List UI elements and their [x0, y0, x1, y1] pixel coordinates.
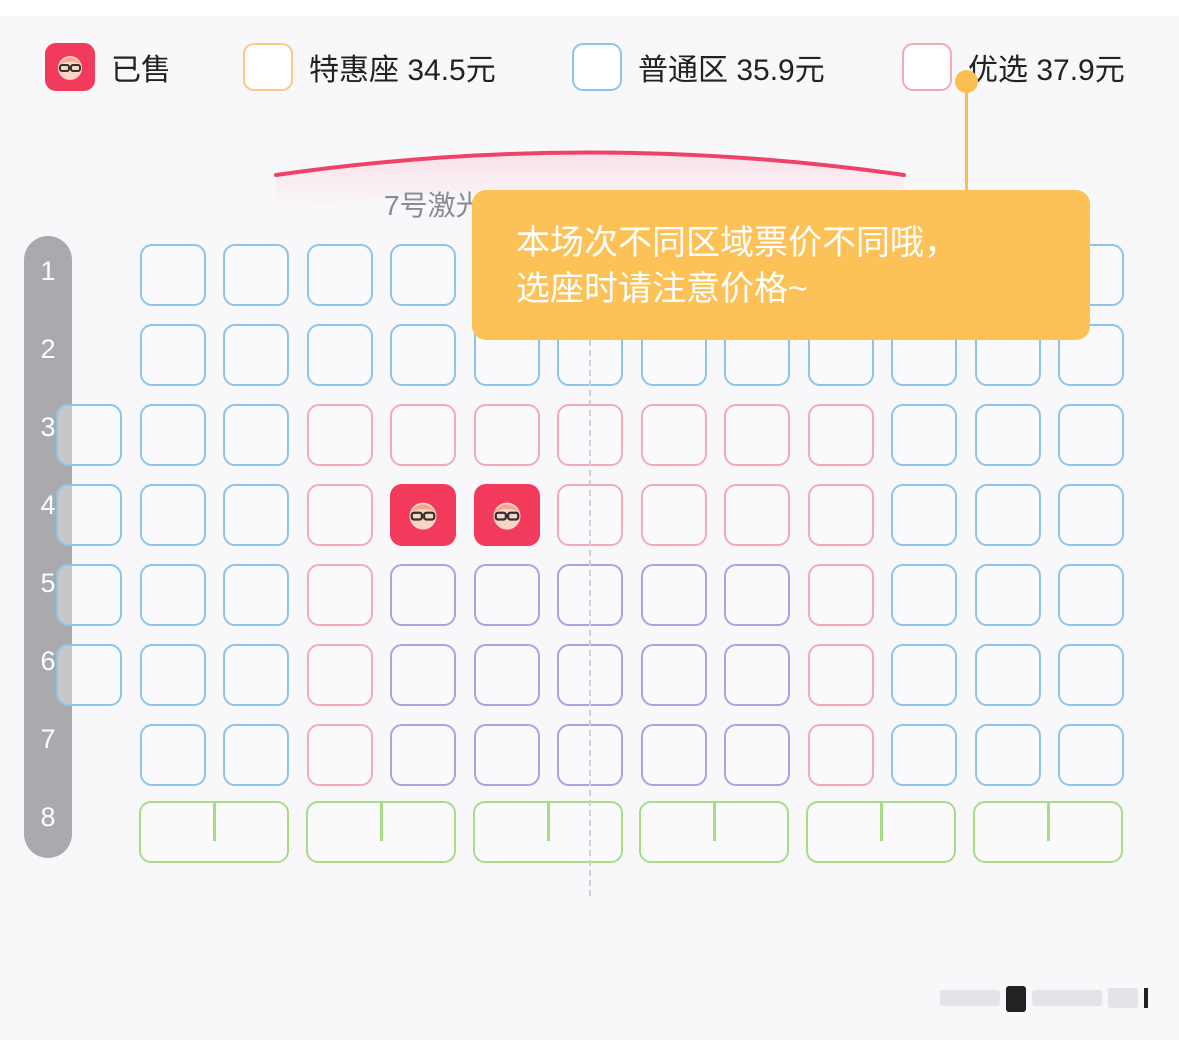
- seat[interactable]: [223, 644, 289, 706]
- seat[interactable]: [724, 724, 790, 786]
- tooltip-line-1: 本场次不同区域票价不同哦，: [516, 224, 958, 262]
- seat[interactable]: [390, 324, 456, 386]
- legend-special: 特惠座 34.5元: [243, 42, 496, 92]
- seat[interactable]: [307, 724, 373, 786]
- seat[interactable]: [474, 404, 540, 466]
- sold-seat: [474, 484, 540, 546]
- couple-seat[interactable]: [639, 801, 789, 863]
- legend-sold: 已售: [45, 42, 171, 92]
- seat[interactable]: [641, 724, 707, 786]
- price-tip-tooltip[interactable]: 本场次不同区域票价不同哦， 选座时请注意价格~: [472, 190, 1090, 340]
- special-seat-swatch: [243, 43, 293, 91]
- seat[interactable]: [140, 724, 206, 786]
- seat[interactable]: [56, 404, 122, 466]
- seat[interactable]: [891, 564, 957, 626]
- seat[interactable]: [390, 724, 456, 786]
- legend-label: 特惠座 34.5元: [309, 54, 496, 87]
- seat[interactable]: [641, 644, 707, 706]
- seat[interactable]: [808, 484, 874, 546]
- seat[interactable]: [390, 564, 456, 626]
- seat[interactable]: [223, 244, 289, 306]
- seat[interactable]: [140, 644, 206, 706]
- seat[interactable]: [140, 404, 206, 466]
- seat[interactable]: [808, 724, 874, 786]
- seat[interactable]: [56, 564, 122, 626]
- seat[interactable]: [474, 644, 540, 706]
- seat[interactable]: [808, 644, 874, 706]
- seat[interactable]: [307, 404, 373, 466]
- row-number: 7: [40, 724, 56, 754]
- seat[interactable]: [223, 724, 289, 786]
- seat[interactable]: [724, 404, 790, 466]
- seat[interactable]: [1058, 724, 1124, 786]
- watermark-logo: [940, 986, 1148, 1012]
- seat[interactable]: [1058, 484, 1124, 546]
- seat[interactable]: [975, 724, 1041, 786]
- row-number-bar: 12345678: [24, 236, 72, 858]
- seat[interactable]: [641, 404, 707, 466]
- seat[interactable]: [390, 644, 456, 706]
- seat[interactable]: [223, 404, 289, 466]
- sold-seat: [390, 484, 456, 546]
- seat[interactable]: [724, 564, 790, 626]
- seat[interactable]: [891, 644, 957, 706]
- seat[interactable]: [724, 484, 790, 546]
- legend-normal: 普通区 35.9元: [572, 42, 825, 92]
- seat[interactable]: [307, 484, 373, 546]
- seat[interactable]: [307, 564, 373, 626]
- seat[interactable]: [223, 564, 289, 626]
- normal-seat-swatch: [572, 43, 622, 91]
- row-number: 1: [40, 256, 56, 286]
- seat[interactable]: [474, 564, 540, 626]
- seat[interactable]: [307, 644, 373, 706]
- seat[interactable]: [474, 724, 540, 786]
- couple-seat[interactable]: [973, 801, 1123, 863]
- seat[interactable]: [975, 484, 1041, 546]
- row-number: 2: [40, 334, 56, 364]
- seat[interactable]: [975, 644, 1041, 706]
- seat[interactable]: [641, 484, 707, 546]
- row-number: 8: [40, 802, 56, 832]
- seat[interactable]: [891, 484, 957, 546]
- tooltip-pointer-dot: [955, 70, 978, 93]
- tooltip-line-2: 选座时请注意价格~: [516, 270, 808, 308]
- couple-seat[interactable]: [306, 801, 456, 863]
- couple-seat[interactable]: [806, 801, 956, 863]
- seat[interactable]: [975, 404, 1041, 466]
- seat[interactable]: [390, 244, 456, 306]
- seat[interactable]: [1058, 564, 1124, 626]
- seat[interactable]: [808, 564, 874, 626]
- legend-premium: 优选 37.9元: [902, 42, 1125, 92]
- legend-label: 优选 37.9元: [968, 54, 1125, 87]
- seat[interactable]: [390, 404, 456, 466]
- center-line: [589, 340, 591, 896]
- legend-label: 普通区 35.9元: [638, 54, 825, 87]
- seat[interactable]: [1058, 404, 1124, 466]
- seat[interactable]: [56, 644, 122, 706]
- seat[interactable]: [223, 324, 289, 386]
- couple-seat[interactable]: [139, 801, 289, 863]
- seat[interactable]: [808, 404, 874, 466]
- seat[interactable]: [140, 564, 206, 626]
- seat[interactable]: [140, 484, 206, 546]
- seat[interactable]: [140, 324, 206, 386]
- seat[interactable]: [307, 244, 373, 306]
- seat[interactable]: [140, 244, 206, 306]
- tooltip-pointer-line: [965, 80, 968, 192]
- legend-label: 已售: [111, 54, 171, 87]
- sold-seat-icon: [45, 43, 95, 91]
- seat[interactable]: [56, 484, 122, 546]
- couple-seat[interactable]: [473, 801, 623, 863]
- seat[interactable]: [641, 564, 707, 626]
- seat[interactable]: [223, 484, 289, 546]
- seat[interactable]: [975, 564, 1041, 626]
- seat[interactable]: [891, 404, 957, 466]
- seat[interactable]: [307, 324, 373, 386]
- seat[interactable]: [1058, 644, 1124, 706]
- seat[interactable]: [724, 644, 790, 706]
- premium-seat-swatch: [902, 43, 952, 91]
- top-band: [0, 0, 1179, 16]
- seat[interactable]: [891, 724, 957, 786]
